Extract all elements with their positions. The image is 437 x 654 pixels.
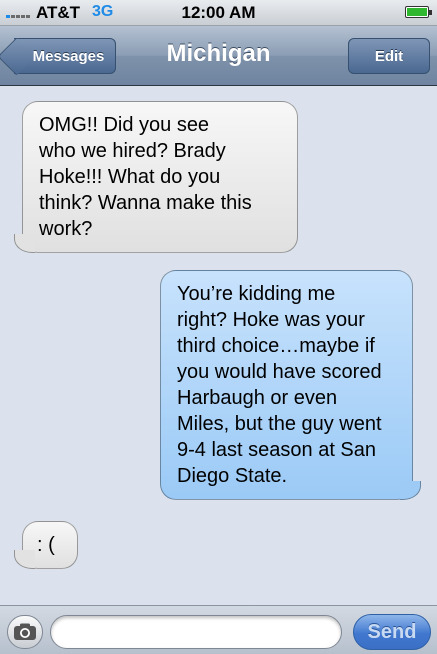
message-text: : ( — [37, 534, 55, 556]
edit-button[interactable]: Edit — [348, 38, 430, 74]
send-button[interactable]: Send — [353, 614, 431, 650]
camera-icon — [14, 623, 36, 640]
battery-icon — [405, 6, 432, 18]
battery-level — [407, 8, 427, 16]
status-bar: AT&T 3G 12:00 AM — [0, 0, 437, 26]
nav-bar: Messages Michigan Edit — [0, 26, 437, 86]
conversation-thread[interactable]: OMG!! Did you see who we hired? Brady Ho… — [0, 87, 437, 605]
message-text: OMG!! Did you see who we hired? Brady Ho… — [39, 114, 252, 240]
message-input-bar: Send — [0, 605, 437, 654]
message-text-field[interactable] — [50, 615, 342, 649]
sent-message-bubble[interactable]: You’re kidding me right? Hoke was your t… — [160, 270, 421, 500]
message-text: You’re kidding me right? Hoke was your t… — [177, 283, 382, 487]
camera-button[interactable] — [7, 615, 43, 649]
received-message-bubble[interactable]: : ( — [14, 521, 78, 569]
status-time: 12:00 AM — [181, 3, 256, 22]
received-message-bubble[interactable]: OMG!! Did you see who we hired? Brady Ho… — [14, 101, 298, 253]
